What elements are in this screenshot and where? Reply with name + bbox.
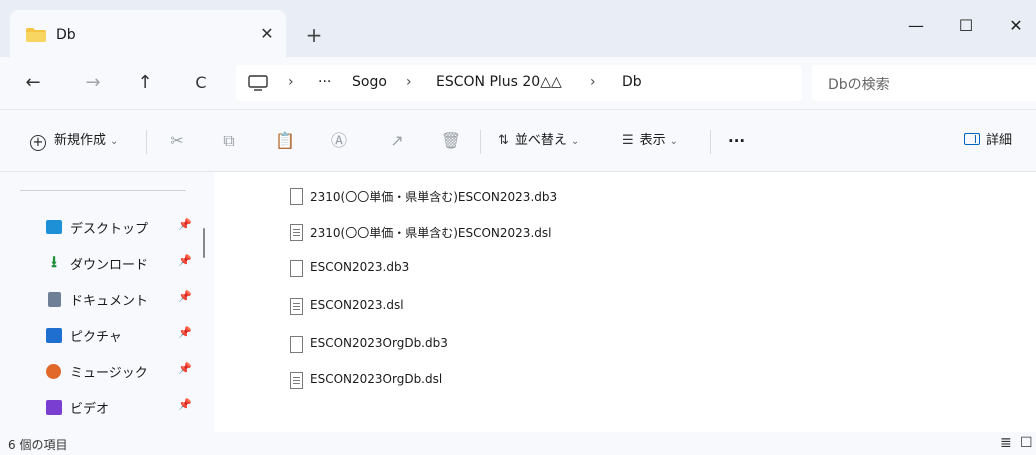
toolbar-divider [480, 130, 481, 154]
breadcrumb-sogo[interactable]: Sogo [352, 74, 387, 90]
sort-icon: ⇅ [498, 133, 509, 148]
file-icon [290, 188, 303, 205]
command-bar: + 新規作成 ⌄ ✂ ⧉ 📋 Ⓐ ↗ 🗑 ⇅ 並べ替え ⌄ ☰ 表示 ⌄ ··· 詳細 [0, 110, 1036, 172]
new-tab-button[interactable]: + [302, 24, 326, 48]
pictures-icon [46, 328, 62, 343]
plus-circle-icon: + [30, 135, 46, 151]
nav-scrollbar[interactable] [203, 228, 205, 258]
refresh-button[interactable]: C [186, 68, 216, 98]
breadcrumb-escon-plus[interactable]: ESCON Plus 20△△ [436, 74, 562, 90]
pin-icon[interactable]: 📌 [178, 362, 192, 375]
nav-item-label: デスクトップ [70, 222, 149, 237]
search-placeholder: Dbの検索 [828, 77, 890, 93]
back-button[interactable]: ← [18, 68, 48, 98]
status-bar: 6 個の項目 ≣ ☐ [0, 432, 1036, 455]
videos-icon [46, 400, 62, 415]
more-options-button[interactable]: ··· [728, 130, 745, 152]
tab-title: Db [56, 27, 76, 43]
breadcrumb-separator: › [288, 74, 294, 90]
tab-db[interactable]: Db ✕ [10, 10, 286, 57]
navigation-pane[interactable]: デスクトップ 📌 ⭳ ダウンロード 📌 ドキュメント 📌 ピクチャ 📌 ミュージ… [0, 172, 214, 432]
breadcrumb-separator: › [406, 74, 412, 90]
file-name: ESCON2023OrgDb.db3 [310, 336, 448, 350]
close-window-button[interactable]: ✕ [996, 12, 1036, 40]
search-input[interactable]: Dbの検索 [812, 65, 1036, 101]
share-icon[interactable]: ↗ [386, 130, 408, 152]
view-button[interactable]: ☰ 表示 ⌄ [622, 130, 678, 152]
pin-icon[interactable]: 📌 [178, 218, 192, 231]
pin-icon[interactable]: 📌 [178, 326, 192, 339]
chevron-down-icon: ⌄ [570, 136, 580, 147]
file-name: 2310(〇〇単価・県単含む)ESCON2023.dsl [310, 226, 552, 240]
tab-close-icon[interactable]: ✕ [256, 23, 278, 45]
maximize-button[interactable]: ☐ [946, 12, 986, 40]
details-pane-button[interactable]: 詳細 [964, 130, 1012, 152]
details-label: 詳細 [986, 133, 1013, 148]
up-button[interactable]: ↑ [130, 68, 160, 98]
item-count: 6 個の項目 [8, 438, 68, 452]
nav-item-desktop[interactable]: デスクトップ 📌 [0, 214, 200, 244]
documents-icon [48, 292, 61, 307]
pin-icon[interactable]: 📌 [178, 254, 192, 267]
monitor-icon [248, 75, 268, 91]
copy-icon[interactable]: ⧉ [218, 130, 240, 152]
rename-icon[interactable]: Ⓐ [328, 130, 350, 152]
nav-item-pictures[interactable]: ピクチャ 📌 [0, 322, 200, 352]
nav-item-label: ダウンロード [70, 258, 149, 273]
download-icon: ⭳ [51, 252, 57, 271]
breadcrumb-db[interactable]: Db [622, 74, 642, 90]
nav-item-music[interactable]: ミュージック 📌 [0, 358, 200, 388]
file-name: ESCON2023.db3 [310, 260, 410, 274]
file-list[interactable]: 2310(〇〇単価・県単含む)ESCON2023.db3 2310(〇〇単価・県… [214, 172, 1036, 432]
document-file-icon [290, 372, 303, 389]
file-name: 2310(〇〇単価・県単含む)ESCON2023.db3 [310, 190, 558, 204]
toolbar-divider [710, 130, 711, 154]
title-bar: Db ✕ + — ☐ ✕ [0, 0, 1036, 57]
nav-item-label: ピクチャ [70, 330, 122, 345]
delete-icon[interactable]: 🗑 [440, 130, 462, 152]
pin-icon[interactable]: 📌 [178, 398, 192, 411]
document-file-icon [290, 224, 303, 241]
breadcrumb[interactable]: › ··· Sogo › ESCON Plus 20△△ › Db [236, 65, 802, 101]
address-bar: ← → ↑ C › ··· Sogo › ESCON Plus 20△△ › D… [0, 57, 1036, 110]
pin-icon[interactable]: 📌 [178, 290, 192, 303]
document-file-icon [290, 298, 303, 315]
chevron-down-icon: ⌄ [669, 136, 679, 147]
nav-divider [20, 190, 186, 191]
view-label: 表示 [639, 133, 666, 148]
file-icon [290, 336, 303, 353]
minimize-button[interactable]: — [896, 12, 936, 40]
folder-icon [26, 28, 46, 42]
nav-item-videos[interactable]: ビデオ 📌 [0, 394, 200, 424]
nav-item-label: ミュージック [70, 366, 148, 381]
nav-item-label: ドキュメント [70, 294, 149, 309]
view-icon: ☰ [622, 133, 634, 148]
nav-item-label: ビデオ [70, 402, 110, 417]
new-button[interactable]: + 新規作成 ⌄ [30, 130, 118, 152]
breadcrumb-separator: › [590, 74, 596, 90]
file-name: ESCON2023OrgDb.dsl [310, 372, 443, 386]
nav-item-downloads[interactable]: ⭳ ダウンロード 📌 [0, 250, 200, 280]
desktop-icon [46, 220, 62, 234]
paste-icon[interactable]: 📋 [274, 130, 296, 152]
sort-label: 並べ替え [514, 133, 567, 148]
chevron-down-icon: ⌄ [110, 136, 119, 147]
forward-button[interactable]: → [78, 68, 108, 98]
sort-button[interactable]: ⇅ 並べ替え ⌄ [498, 130, 579, 152]
breadcrumb-more-icon[interactable]: ··· [318, 74, 331, 90]
file-icon [290, 260, 303, 277]
details-pane-icon [964, 133, 980, 145]
file-name: ESCON2023.dsl [310, 298, 404, 312]
nav-item-documents[interactable]: ドキュメント 📌 [0, 286, 200, 316]
cut-icon[interactable]: ✂ [166, 130, 188, 152]
details-view-icon[interactable]: ≣ [1000, 435, 1012, 451]
new-label: 新規作成 [54, 133, 107, 148]
tiles-view-icon[interactable]: ☐ [1020, 435, 1033, 451]
toolbar-divider [146, 130, 147, 154]
music-icon [46, 364, 61, 379]
